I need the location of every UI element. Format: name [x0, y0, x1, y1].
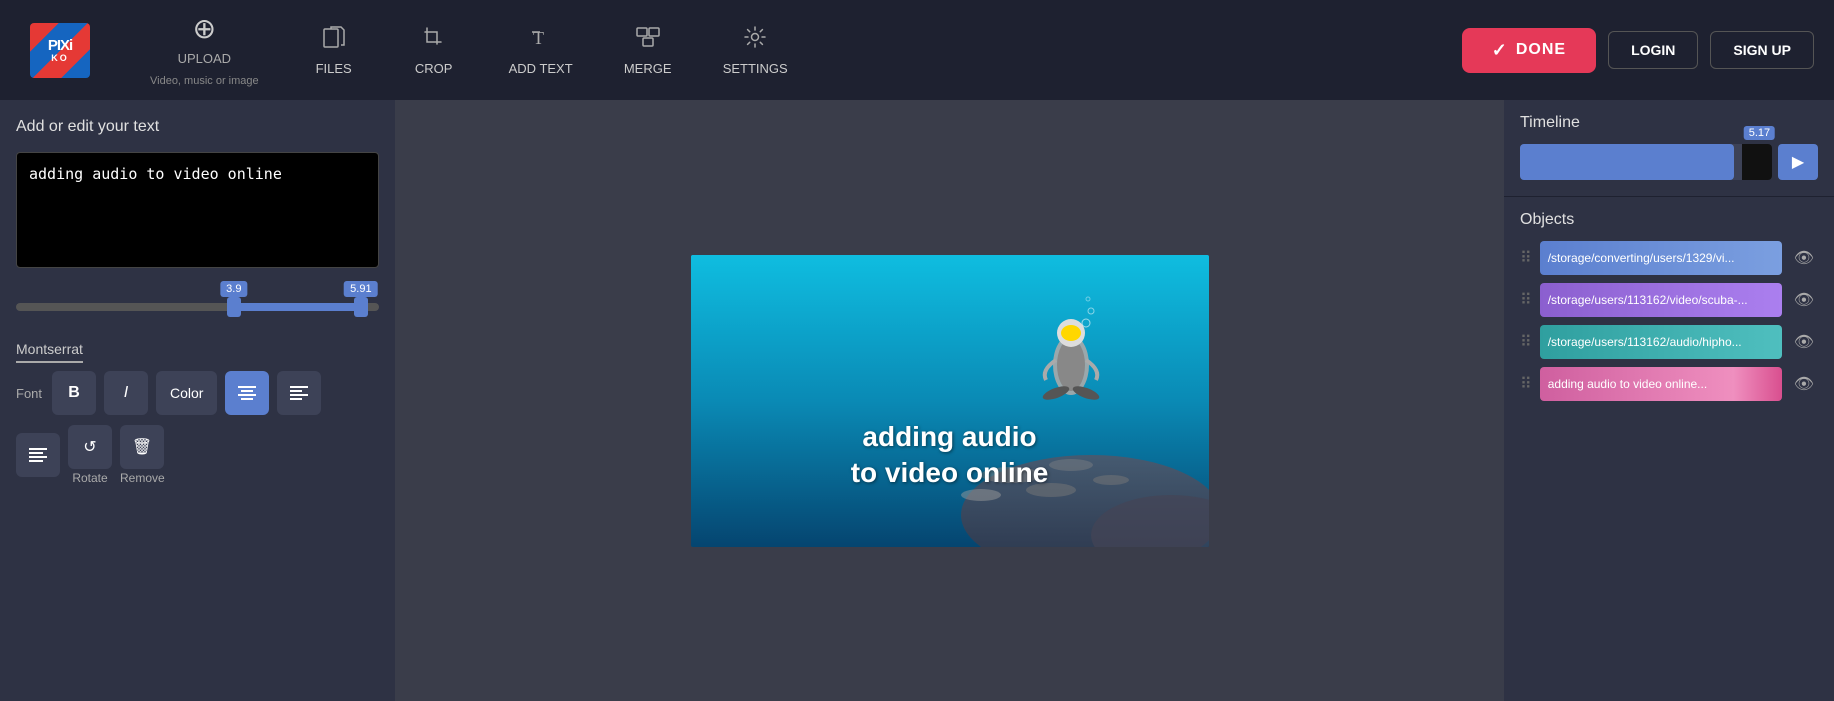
crop-label: CROP: [415, 61, 453, 77]
files-label: FILES: [316, 61, 352, 77]
time-slider[interactable]: 3.9 5.91: [16, 285, 379, 329]
upload-label: UPLOAD: [178, 51, 231, 68]
objects-section: Objects ⠿ /storage/converting/users/1329…: [1504, 197, 1834, 701]
video-frame: adding audio to video online: [691, 255, 1209, 547]
drag-handle-2[interactable]: ⠿: [1520, 290, 1532, 310]
drag-handle-4[interactable]: ⠿: [1520, 374, 1532, 394]
text-edit-area[interactable]: [16, 152, 379, 268]
object-item-1: ⠿ /storage/converting/users/1329/vi... 👁: [1520, 241, 1818, 275]
timeline-track[interactable]: 5.17: [1520, 144, 1772, 180]
font-name: Montserrat: [16, 341, 83, 363]
drag-handle-1[interactable]: ⠿: [1520, 248, 1532, 268]
eye-button-2[interactable]: 👁: [1790, 286, 1818, 314]
object-bar-2[interactable]: /storage/users/113162/video/scuba-...: [1540, 283, 1782, 317]
bold-button[interactable]: B: [52, 371, 96, 415]
timeline-bar-row: 5.17 ▶: [1520, 144, 1818, 180]
add-text-icon: T: [528, 24, 554, 55]
timeline-section: Timeline 5.17 ▶: [1504, 100, 1834, 197]
upload-sublabel: Video, music or image: [150, 74, 259, 88]
object-item-2: ⠿ /storage/users/113162/video/scuba-... …: [1520, 283, 1818, 317]
nav-merge[interactable]: MERGE: [603, 10, 693, 90]
merge-label: MERGE: [624, 61, 672, 77]
nav-settings[interactable]: SETTINGS: [703, 10, 808, 90]
video-overlay-text: adding audio to video online: [851, 419, 1049, 492]
upload-icon: ⊕: [193, 12, 216, 45]
panel-title: Add or edit your text: [16, 118, 379, 136]
timeline-badge: 5.17: [1744, 126, 1775, 140]
login-button[interactable]: LOGIN: [1608, 31, 1698, 69]
merge-icon: [635, 24, 661, 55]
timeline-fill: [1520, 144, 1734, 180]
nav-right-actions: ✓ DONE LOGIN SIGN UP: [1462, 28, 1814, 73]
logo-text-bot: KO: [51, 53, 69, 63]
drag-handle-3[interactable]: ⠿: [1520, 332, 1532, 352]
rotate-label: Rotate: [68, 471, 112, 485]
align-center-button[interactable]: [225, 371, 269, 415]
object-bar-3[interactable]: /storage/users/113162/audio/hipho...: [1540, 325, 1782, 359]
eye-button-1[interactable]: 👁: [1790, 244, 1818, 272]
settings-icon: [742, 24, 768, 55]
timeline-black-end: [1742, 144, 1772, 180]
font-label: Font: [16, 386, 42, 401]
text-format-row: Font B I Color: [16, 371, 379, 415]
nav-upload[interactable]: ⊕ UPLOAD Video, music or image: [130, 2, 279, 98]
nav-files[interactable]: FILES: [289, 10, 379, 90]
slider-track: 3.9 5.91: [16, 303, 379, 311]
top-navigation: PIXi KO ⊕ UPLOAD Video, music or image F…: [0, 0, 1834, 100]
slider-handle-right[interactable]: [354, 297, 368, 317]
files-icon: [321, 24, 347, 55]
video-background: adding audio to video online: [691, 255, 1209, 547]
object-item-4: ⠿ adding audio to video online... 👁: [1520, 367, 1818, 401]
slider-badge-left: 3.9: [220, 281, 247, 297]
right-panel: Timeline 5.17 ▶ Objects ⠿ /storage/conve…: [1504, 100, 1834, 701]
remove-button[interactable]: 🗑: [120, 425, 164, 469]
left-panel: Add or edit your text 3.9 5.91 Montserra…: [0, 100, 395, 701]
nav-crop[interactable]: CROP: [389, 10, 479, 90]
nav-add-text[interactable]: T ADD TEXT: [489, 10, 593, 90]
logo: PIXi KO: [20, 23, 100, 78]
video-area: adding audio to video online: [395, 100, 1504, 701]
signup-button[interactable]: SIGN UP: [1710, 31, 1814, 69]
settings-label: SETTINGS: [723, 61, 788, 77]
eye-button-4[interactable]: 👁: [1790, 370, 1818, 398]
font-controls: Montserrat Font B I Color: [16, 341, 379, 485]
text-align-button[interactable]: [16, 433, 60, 477]
add-text-label: ADD TEXT: [509, 61, 573, 77]
main-content: Add or edit your text 3.9 5.91 Montserra…: [0, 100, 1834, 701]
object-bar-1[interactable]: /storage/converting/users/1329/vi...: [1540, 241, 1782, 275]
logo-box: PIXi KO: [30, 23, 90, 78]
done-label: DONE: [1516, 41, 1566, 59]
rotate-button[interactable]: ↺: [68, 425, 112, 469]
check-icon: ✓: [1492, 40, 1508, 61]
slider-fill: [234, 303, 361, 311]
rotate-remove-row: ↺ Rotate 🗑 Remove: [16, 425, 379, 485]
logo-text-top: PIXi: [48, 38, 72, 53]
done-button[interactable]: ✓ DONE: [1462, 28, 1596, 73]
align-left-button[interactable]: [277, 371, 321, 415]
objects-title: Objects: [1520, 211, 1818, 229]
remove-label: Remove: [120, 471, 164, 485]
slider-badge-right: 5.91: [344, 281, 377, 297]
underwater-scene: [691, 255, 1209, 547]
object-bar-4[interactable]: adding audio to video online...: [1540, 367, 1782, 401]
slider-handle-left[interactable]: [227, 297, 241, 317]
svg-text:T: T: [533, 28, 544, 48]
object-item-3: ⠿ /storage/users/113162/audio/hipho... 👁: [1520, 325, 1818, 359]
eye-button-3[interactable]: 👁: [1790, 328, 1818, 356]
play-button[interactable]: ▶: [1778, 144, 1818, 180]
color-button[interactable]: Color: [156, 371, 217, 415]
crop-icon: [421, 24, 447, 55]
italic-button[interactable]: I: [104, 371, 148, 415]
